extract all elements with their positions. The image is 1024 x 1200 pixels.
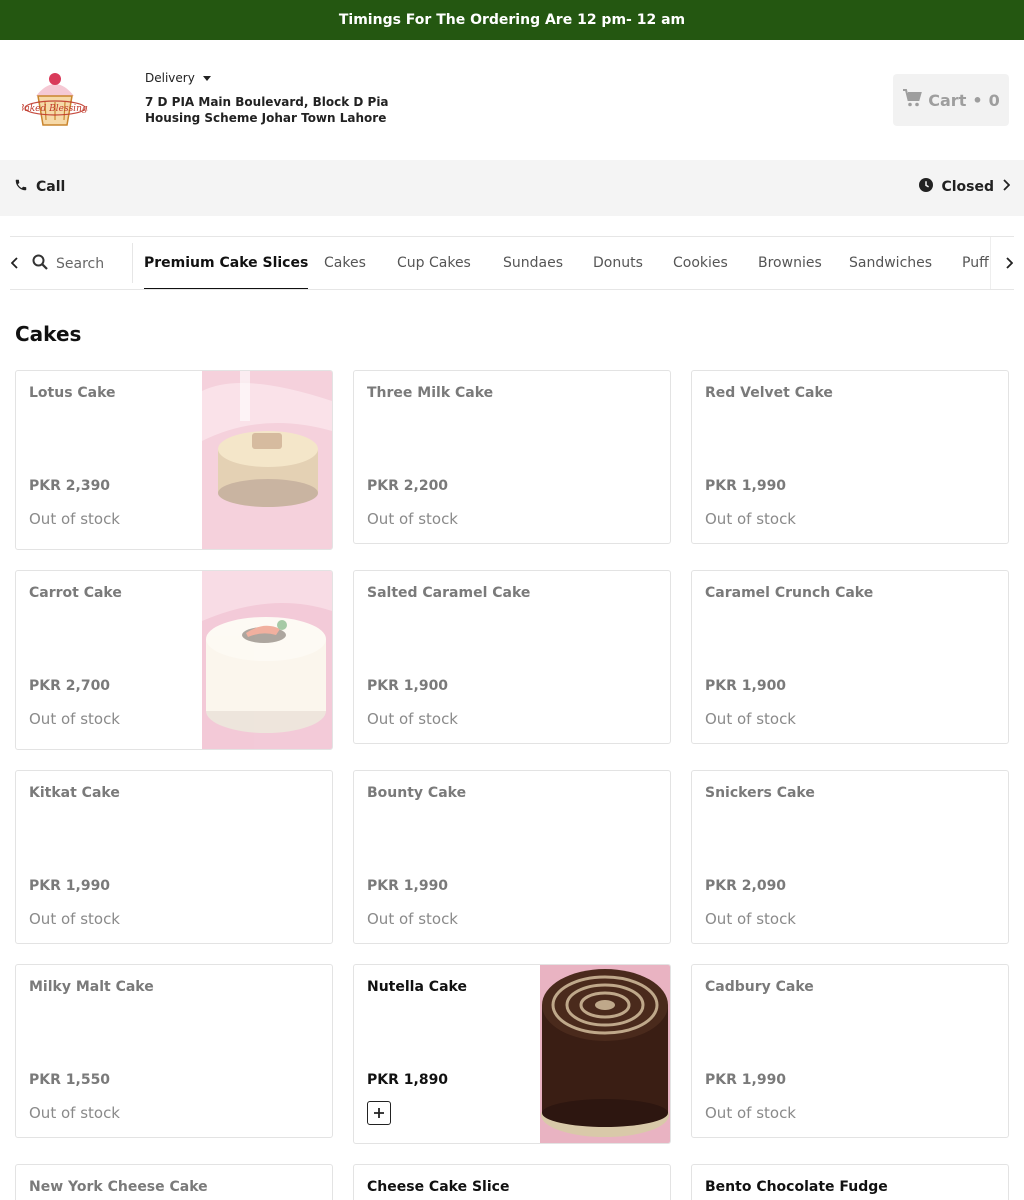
stock-status: Out of stock [29,710,120,728]
stock-status: Out of stock [705,910,796,928]
product-image [202,571,332,749]
scroll-right-arrow-icon[interactable] [1004,254,1014,272]
product-card-milky-malt-cake[interactable]: Milky Malt Cake PKR 1,550 Out of stock [15,964,333,1138]
product-image [202,371,332,549]
tab-brownies[interactable]: Brownies [758,237,822,289]
product-price: PKR 2,700 [29,678,111,694]
product-price: PKR 2,200 [367,478,449,494]
product-name: Bounty Cake [367,785,467,801]
product-price: PKR 1,890 [367,1072,449,1088]
product-card-cheese-cake-slice[interactable]: Cheese Cake Slice [353,1164,671,1200]
delivery-mode-dropdown[interactable]: Delivery [145,71,211,85]
product-price: PKR 1,550 [29,1072,111,1088]
product-image [540,965,670,1143]
section-title: Cakes [15,322,82,346]
category-search[interactable]: Search [32,254,104,274]
call-button[interactable]: Call [14,178,65,196]
product-price: PKR 1,990 [29,878,111,894]
tab-premium-cake-slices[interactable]: Premium Cake Slices [144,237,309,289]
stock-status: Out of stock [705,1104,796,1122]
product-name: Three Milk Cake [367,385,494,401]
product-card-nutella-cake[interactable]: Nutella Cake PKR 1,890 [353,964,671,1144]
product-card-kitkat-cake[interactable]: Kitkat Cake PKR 1,990 Out of stock [15,770,333,944]
product-price: PKR 2,390 [29,478,111,494]
search-label: Search [56,256,105,272]
product-card-bounty-cake[interactable]: Bounty Cake PKR 1,990 Out of stock [353,770,671,944]
cart-separator: • [972,90,983,110]
product-card-snickers-cake[interactable]: Snickers Cake PKR 2,090 Out of stock [691,770,1009,944]
store-info-bar: Call Closed [0,160,1024,216]
product-name: Lotus Cake [29,385,116,401]
phone-icon [14,178,28,196]
product-card-carrot-cake[interactable]: Carrot Cake PKR 2,700 Out of stock [15,570,333,750]
tab-cookies[interactable]: Cookies [673,237,728,289]
stock-status: Out of stock [705,710,796,728]
product-name: Milky Malt Cake [29,979,154,995]
ordering-timings-banner: Timings For The Ordering Are 12 pm- 12 a… [0,0,1024,40]
stock-status: Out of stock [367,710,458,728]
product-card-bento-chocolate-fudge[interactable]: Bento Chocolate Fudge [691,1164,1009,1200]
stock-status: Out of stock [367,510,458,528]
delivery-address[interactable]: 7 D PIA Main Boulevard, Block D Pia Hous… [145,94,435,126]
delivery-label: Delivery [145,71,195,85]
caret-down-icon [202,75,211,81]
product-price: PKR 2,090 [705,878,787,894]
product-price: PKR 1,990 [367,878,449,894]
scroll-left-arrow-icon[interactable] [10,254,20,272]
call-label: Call [36,179,66,195]
logo-text: Baked Blessings [22,104,88,114]
store-status-button[interactable]: Closed [919,178,1011,196]
add-to-cart-button[interactable] [367,1101,391,1125]
product-card-red-velvet-cake[interactable]: Red Velvet Cake PKR 1,990 Out of stock [691,370,1009,544]
tab-sundaes[interactable]: Sundaes [503,237,563,289]
tab-cup-cakes[interactable]: Cup Cakes [397,237,471,289]
stock-status: Out of stock [29,910,120,928]
product-card-lotus-cake[interactable]: Lotus Cake PKR 2,390 Out of stock [15,370,333,550]
tab-divider [132,243,133,283]
product-card-cadbury-cake[interactable]: Cadbury Cake PKR 1,990 Out of stock [691,964,1009,1138]
tab-sandwiches[interactable]: Sandwiches [849,237,932,289]
tab-puff[interactable]: Puff [962,237,989,289]
plus-icon [373,1104,385,1123]
product-name: Kitkat Cake [29,785,120,801]
product-name: New York Cheese Cake [29,1179,208,1195]
product-name: Bento Chocolate Fudge [705,1179,888,1195]
product-name: Red Velvet Cake [705,385,833,401]
tab-donuts[interactable]: Donuts [593,237,643,289]
product-name: Cheese Cake Slice [367,1179,510,1195]
product-name: Cadbury Cake [705,979,814,995]
product-name: Salted Caramel Cake [367,585,531,601]
product-name: Snickers Cake [705,785,815,801]
tab-cakes[interactable]: Cakes [324,237,366,289]
category-tabs: Search Premium Cake Slices Cakes Cup Cak… [10,236,1014,290]
cart-label: Cart [928,90,967,110]
stock-status: Out of stock [29,1104,120,1122]
cart-count: 0 [988,90,1000,110]
stock-status: Out of stock [705,510,796,528]
product-name: Caramel Crunch Cake [705,585,874,601]
cart-icon [902,89,923,111]
product-price: PKR 1,990 [705,478,787,494]
header: Baked Blessings Delivery 7 D PIA Main Bo… [0,40,1024,160]
product-card-new-york-cheese-cake[interactable]: New York Cheese Cake [15,1164,333,1200]
product-price: PKR 1,990 [705,1072,787,1088]
product-name: Nutella Cake [367,979,467,995]
product-name: Carrot Cake [29,585,122,601]
clock-icon [919,178,934,196]
product-card-caramel-crunch-cake[interactable]: Caramel Crunch Cake PKR 1,900 Out of sto… [691,570,1009,744]
cart-button[interactable]: Cart • 0 [893,74,1009,126]
search-icon [32,254,48,274]
chevron-right-icon [1002,179,1011,195]
product-card-salted-caramel-cake[interactable]: Salted Caramel Cake PKR 1,900 Out of sto… [353,570,671,744]
status-label: Closed [941,179,994,195]
product-price: PKR 1,900 [705,678,787,694]
brand-logo[interactable]: Baked Blessings [17,70,93,130]
banner-text: Timings For The Ordering Are 12 pm- 12 a… [338,12,686,28]
product-card-three-milk-cake[interactable]: Three Milk Cake PKR 2,200 Out of stock [353,370,671,544]
product-price: PKR 1,900 [367,678,449,694]
stock-status: Out of stock [367,910,458,928]
stock-status: Out of stock [29,510,120,528]
